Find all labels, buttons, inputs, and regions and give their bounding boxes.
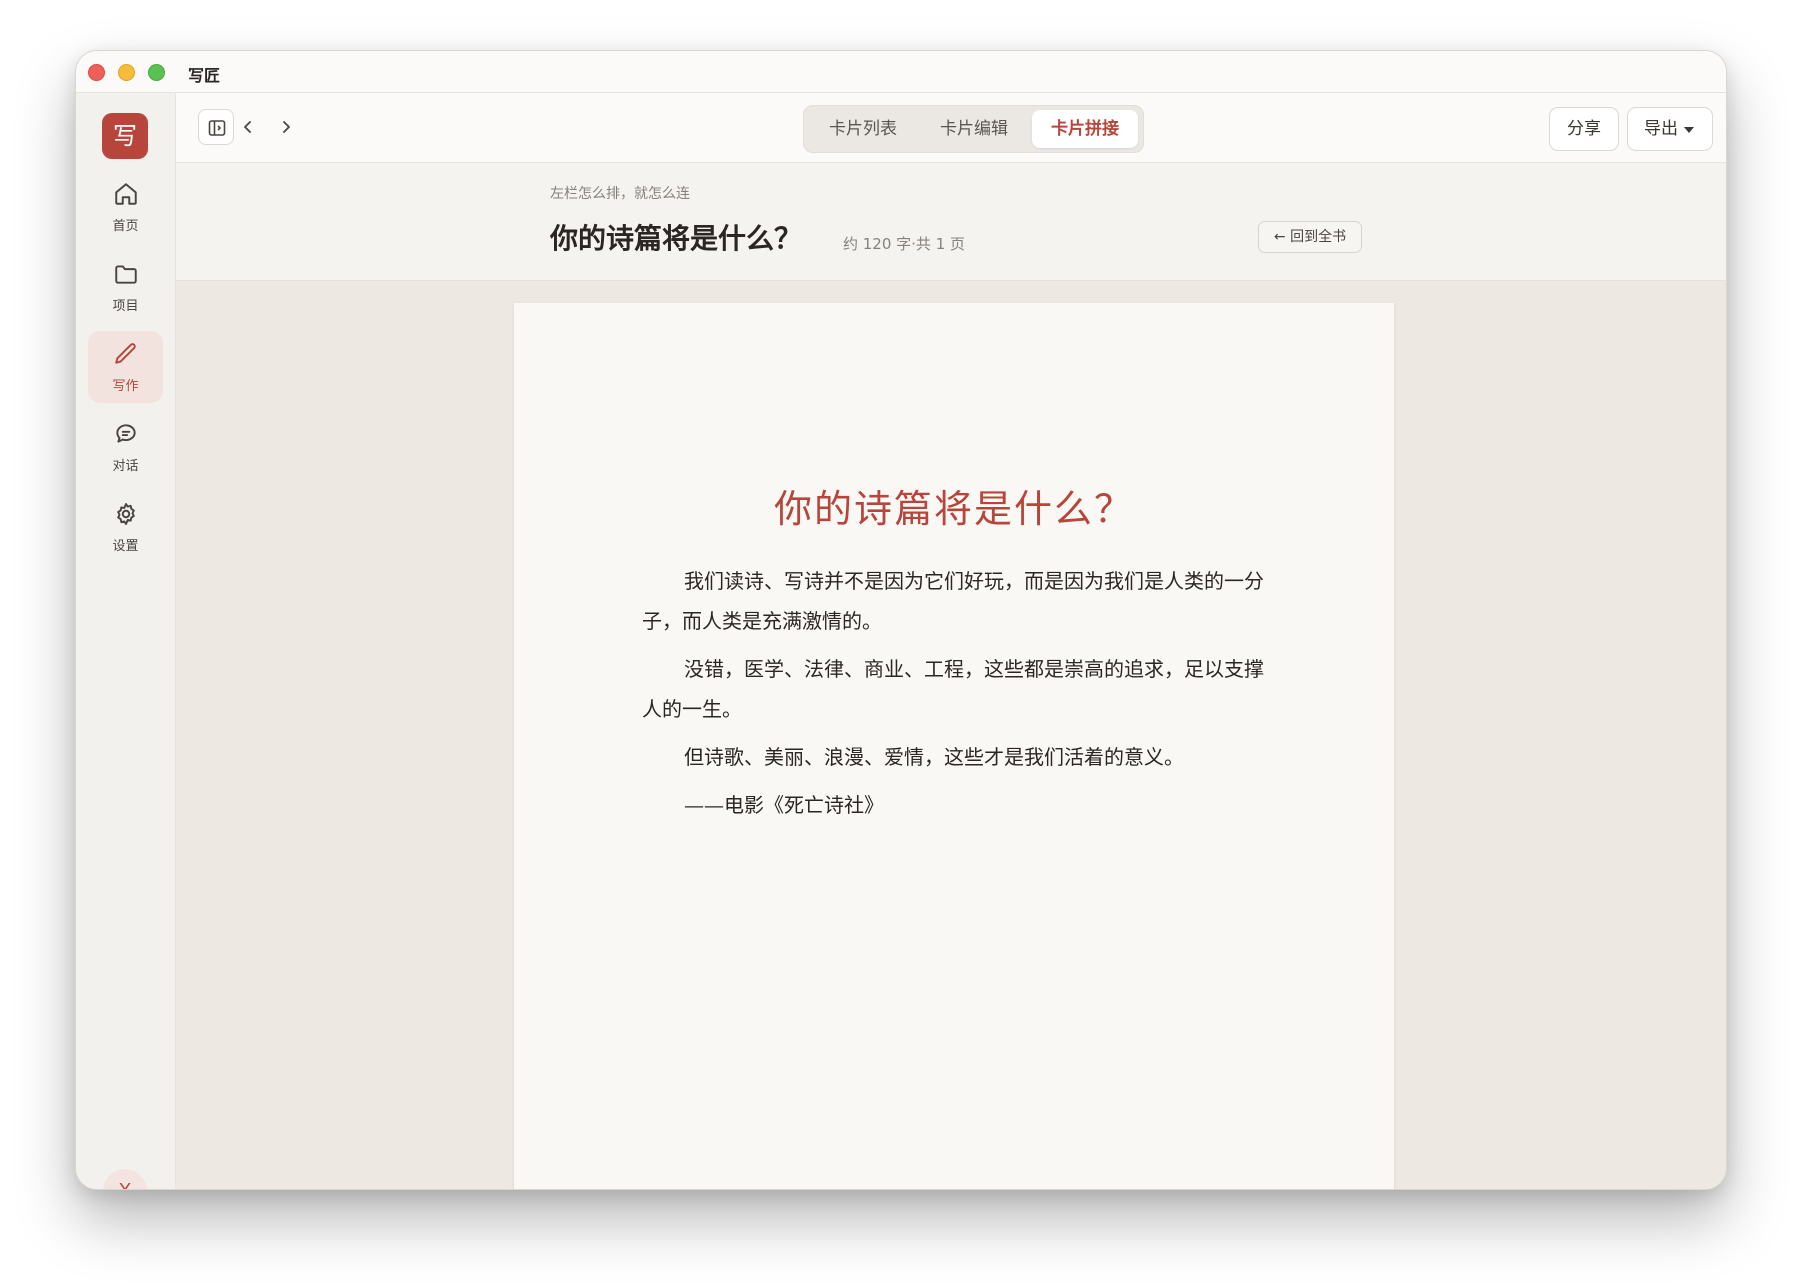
preview-page: 你的诗篇将是什么？ 我们读诗、写诗并不是因为它们好玩，而是因为我们是人类的一分子… bbox=[514, 303, 1394, 1189]
sidebar-item-settings[interactable]: 设置 bbox=[88, 491, 163, 563]
page-paragraph: 但诗歌、美丽、浪漫、爱情，这些才是我们活着的意义。 bbox=[684, 745, 1184, 769]
sidebar-item-label: 项目 bbox=[112, 299, 139, 314]
document-title: 你的诗篇将是什么？ bbox=[550, 222, 803, 255]
close-window-button[interactable] bbox=[88, 64, 105, 81]
sidebar: 写 首页 项目 写作 对话 设置 bbox=[76, 93, 176, 1189]
toolbar: 卡片列表 卡片编辑 卡片拼接 分享 导出 bbox=[176, 93, 1726, 163]
share-button[interactable]: 分享 bbox=[1549, 107, 1619, 151]
document-meta: 约 120 字·共 1 页 bbox=[843, 235, 966, 253]
folder-icon bbox=[115, 265, 137, 284]
tab-card-list[interactable]: 卡片列表 bbox=[810, 110, 916, 148]
toggle-sidebar-button[interactable] bbox=[198, 109, 234, 145]
chevron-right-icon bbox=[283, 121, 290, 133]
tab-card-edit[interactable]: 卡片编辑 bbox=[921, 110, 1027, 148]
sidebar-item-label: 首页 bbox=[112, 219, 139, 234]
chevron-left-icon bbox=[244, 121, 251, 133]
app-window: 写匠 写 首页 项目 写作 对话 设置 卡片列表 卡片编辑 卡片拼接 分享 导出… bbox=[75, 50, 1727, 1190]
pencil-icon bbox=[115, 343, 136, 364]
back-to-book-button[interactable]: ← 回到全书 bbox=[1258, 221, 1362, 253]
home-icon bbox=[115, 183, 137, 205]
export-label: 导出 bbox=[1644, 119, 1678, 139]
export-button[interactable]: 导出 bbox=[1627, 107, 1713, 151]
page-title: 你的诗篇将是什么？ bbox=[773, 487, 1134, 531]
caret-down-icon bbox=[1684, 127, 1694, 133]
page-quote-source: ——电影《死亡诗社》 bbox=[684, 793, 884, 817]
sidebar-item-label: 对话 bbox=[112, 459, 139, 474]
sidebar-panel-icon bbox=[208, 120, 226, 136]
gear-icon bbox=[117, 503, 135, 525]
sidebar-item-label: 设置 bbox=[112, 539, 139, 554]
view-tabs: 卡片列表 卡片编辑 卡片拼接 bbox=[803, 105, 1144, 153]
page-paragraph: 没错，医学、法律、商业、工程，这些都是崇高的追求，足以支撑人的一生。 bbox=[642, 657, 1264, 721]
chat-icon bbox=[116, 424, 136, 443]
sidebar-item-label: 写作 bbox=[112, 379, 139, 394]
document-header: 左栏怎么排，就怎么连 你的诗篇将是什么？ 约 120 字·共 1 页 ← 回到全… bbox=[176, 163, 1726, 281]
zoom-window-button[interactable] bbox=[148, 64, 165, 81]
forward-button[interactable] bbox=[276, 115, 296, 139]
user-avatar[interactable]: Y bbox=[103, 1169, 147, 1189]
back-button[interactable] bbox=[238, 115, 258, 139]
page-paragraph: 我们读诗、写诗并不是因为它们好玩，而是因为我们是人类的一分子，而人类是充满激情的… bbox=[642, 569, 1264, 633]
preview-canvas: 你的诗篇将是什么？ 我们读诗、写诗并不是因为它们好玩，而是因为我们是人类的一分子… bbox=[176, 281, 1726, 1189]
tab-card-merge[interactable]: 卡片拼接 bbox=[1032, 110, 1138, 148]
sidebar-item-projects[interactable]: 项目 bbox=[88, 251, 163, 323]
sidebar-item-write[interactable]: 写作 bbox=[88, 331, 163, 403]
minimize-window-button[interactable] bbox=[118, 64, 135, 81]
sidebar-item-home[interactable]: 首页 bbox=[88, 171, 163, 243]
app-title: 写匠 bbox=[188, 66, 221, 85]
document-kicker: 左栏怎么排，就怎么连 bbox=[550, 186, 690, 202]
sidebar-item-chat[interactable]: 对话 bbox=[88, 411, 163, 483]
title-bar: 写匠 bbox=[76, 51, 1726, 93]
app-logo[interactable]: 写 bbox=[102, 113, 148, 159]
